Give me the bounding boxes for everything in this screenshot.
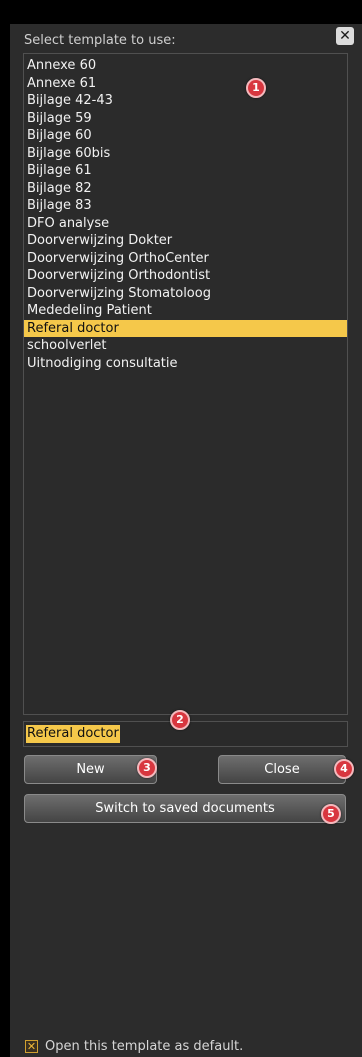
template-list-item[interactable]: Doorverwijzing Orthodontist xyxy=(24,267,347,285)
template-list-item[interactable]: Annexe 61 xyxy=(24,75,347,93)
template-list-item[interactable]: Doorverwijzing Stomatoloog xyxy=(24,285,347,303)
annotation-badge-1: 1 xyxy=(246,78,266,98)
template-list-item[interactable]: Bijlage 60bis xyxy=(24,145,347,163)
template-list-item[interactable]: Bijlage 82 xyxy=(24,180,347,198)
annotation-badge-4: 4 xyxy=(334,759,354,779)
template-list-item[interactable]: Bijlage 83 xyxy=(24,197,347,215)
annotation-badge-2: 2 xyxy=(170,710,190,730)
annotation-badge-3: 3 xyxy=(137,758,157,778)
template-list-item[interactable]: schoolverlet xyxy=(24,337,347,355)
template-list-item[interactable]: DFO analyse xyxy=(24,215,347,233)
default-option-label: Open this template as default. xyxy=(45,1038,244,1054)
top-strip xyxy=(0,0,362,24)
header-label: Select template to use: xyxy=(24,33,176,48)
switch-button-label: Switch to saved documents xyxy=(95,801,275,816)
template-list-item[interactable]: Doorverwijzing OrthoCenter xyxy=(24,250,347,268)
close-x-icon[interactable]: ✕ xyxy=(336,27,354,45)
template-list-item[interactable]: Referal doctor xyxy=(24,319,347,337)
template-list-item[interactable]: Bijlage 42-43 xyxy=(24,92,347,110)
template-list-item[interactable]: Mededeling Patient xyxy=(24,302,347,320)
switch-to-saved-documents-button[interactable]: Switch to saved documents xyxy=(24,794,346,823)
template-list-item[interactable]: Doorverwijzing Dokter xyxy=(24,232,347,250)
template-list-item[interactable]: Uitnodiging consultatie xyxy=(24,355,347,373)
template-list-item[interactable]: Bijlage 60 xyxy=(24,127,347,145)
template-list[interactable]: Annexe 60 Annexe 61 Bijlage 42-43 Bijlage 5… xyxy=(23,53,348,715)
template-name-value: Referal doctor xyxy=(26,725,120,743)
template-list-item[interactable]: Annexe 60 xyxy=(24,57,347,75)
annotation-badge-5: 5 xyxy=(321,804,341,824)
default-checkbox[interactable]: ✕ xyxy=(25,1039,38,1053)
template-list-item[interactable]: Bijlage 59 xyxy=(24,110,347,128)
close-button-label: Close xyxy=(264,762,300,777)
default-option-row: ✕ Open this template as default. xyxy=(25,1037,243,1055)
close-button[interactable]: Close xyxy=(218,755,346,784)
new-button-label: New xyxy=(76,762,105,777)
template-list-item[interactable]: Bijlage 61 xyxy=(24,162,347,180)
template-dialog: Select template to use: ✕ Annexe 60 Annex… xyxy=(10,24,362,1057)
